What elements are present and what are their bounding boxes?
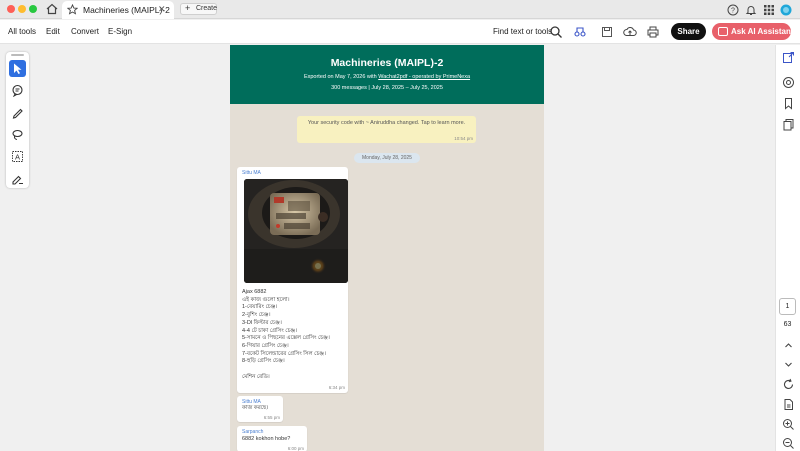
document-icon[interactable]: [782, 398, 795, 411]
menu-all-tools[interactable]: All tools: [8, 27, 36, 36]
message-line: 3-Dl ফিল্টার চেঞ্জ।: [242, 319, 282, 326]
message-line: কাজ করছে।: [242, 405, 269, 411]
share-button[interactable]: Share: [671, 23, 706, 40]
save-icon[interactable]: [600, 25, 614, 39]
apps-icon[interactable]: [763, 3, 775, 15]
menu-convert[interactable]: Convert: [71, 27, 99, 36]
export-info: Exported on May 7, 2026 with Wachat2pdf …: [230, 74, 544, 80]
message-line: 2-বুশিং চেঞ্জ।: [242, 312, 271, 319]
message-line: 8-হুড়ি গ্রেসিং চেঞ্জ।: [242, 358, 285, 365]
refresh-icon[interactable]: [782, 378, 795, 391]
lasso-icon: [12, 129, 23, 140]
message-line: 6-গিয়ার গ্রেসিং চেঞ্জ।: [242, 342, 289, 349]
system-message-time: 10:54 pm: [454, 136, 473, 141]
svg-text:A: A: [15, 153, 20, 162]
pen-icon: [12, 108, 23, 119]
pages-icon[interactable]: [782, 118, 795, 131]
bell-icon[interactable]: [745, 3, 757, 15]
title-bar: Machineries (MAIPL)-2 ✕ + Create ?: [0, 0, 800, 19]
close-window-button[interactable]: [7, 5, 15, 13]
message-sender: Sittu MA: [242, 170, 261, 176]
message-summary: 300 messages | July 28, 2025 – July 25, …: [331, 85, 443, 91]
home-icon[interactable]: [45, 2, 59, 16]
search-icon[interactable]: [549, 25, 563, 39]
comment-icon: [12, 84, 23, 97]
message-line: [242, 366, 330, 374]
message-sender: Sarpanch: [242, 429, 264, 435]
bookmark-icon[interactable]: [782, 97, 795, 110]
fill-sign-tool[interactable]: [9, 170, 26, 187]
message-line: 1-বেয়ারিং চেঞ্জ।: [242, 304, 278, 311]
message-line: 6882 kokhon hobe?: [242, 436, 291, 442]
message-line: Ajax 6882: [242, 289, 267, 295]
export-icon[interactable]: [782, 51, 795, 64]
ai-assistant-icon: [718, 27, 728, 36]
chevron-up-icon[interactable]: [782, 339, 795, 352]
select-icon: [14, 63, 22, 74]
find-text-label[interactable]: Find text or tools: [493, 27, 552, 36]
create-label: Create: [196, 5, 218, 12]
plus-icon: +: [185, 3, 191, 13]
ask-ai-assistant-button[interactable]: Ask AI Assistant: [712, 23, 794, 40]
message-time: 6:55 pm: [263, 415, 280, 420]
date-divider: Monday, July 28, 2025: [354, 153, 420, 163]
fill-sign-icon: [12, 175, 23, 185]
zoom-out-icon[interactable]: [782, 437, 795, 450]
menu-edit[interactable]: Edit: [46, 27, 60, 36]
right-sidebar: [775, 45, 800, 451]
total-pages: 63: [783, 321, 792, 328]
export-tool-link[interactable]: Wachat2pdf - operated by PrimeNexa: [378, 74, 470, 80]
text-box-icon: A: [12, 151, 23, 162]
tab-title: Machineries (MAIPL)-2: [83, 5, 170, 15]
upload-icon[interactable]: [623, 25, 637, 39]
system-message: Your security code with ~ Aniruddha chan…: [297, 116, 476, 143]
zoom-in-icon[interactable]: [782, 418, 795, 431]
menu-e-sign[interactable]: E-Sign: [108, 27, 132, 36]
chat-title: Machineries (MAIPL)-2: [330, 57, 444, 69]
maximize-window-button[interactable]: [29, 5, 37, 13]
svg-text:?: ?: [731, 8, 735, 15]
dashboard-photo[interactable]: [244, 179, 348, 283]
current-page-input[interactable]: 1: [779, 298, 796, 315]
system-message-text: Your security code with ~ Aniruddha chan…: [307, 120, 466, 126]
text-tool[interactable]: A: [9, 148, 26, 165]
profile-icon[interactable]: [780, 3, 792, 16]
message-bubble: Sarpanch 6882 kokhon hobe? 6:00 pm: [237, 426, 307, 451]
close-icon[interactable]: ✕: [158, 4, 166, 15]
comment-tool[interactable]: [9, 82, 26, 99]
document-tab[interactable]: Machineries (MAIPL)-2 ✕: [62, 1, 174, 19]
print-icon[interactable]: [646, 25, 660, 39]
star-icon[interactable]: [66, 3, 79, 17]
message-time: 6:34 pm: [328, 385, 345, 390]
pdf-page: Machineries (MAIPL)-2 Exported on May 7,…: [230, 45, 544, 451]
minimize-window-button[interactable]: [18, 5, 26, 13]
message-text: Ajax 6882 এই কাজ গুলো হলো। 1-বেয়ারিং চে…: [242, 289, 330, 381]
chat-export-header: Machineries (MAIPL)-2 Exported on May 7,…: [230, 45, 544, 104]
tool-rail: A: [6, 52, 29, 188]
chevron-down-icon[interactable]: [782, 358, 795, 371]
compare-icon[interactable]: [573, 25, 587, 39]
message-line: মেশিন রেডি।: [242, 373, 270, 380]
ask-ai-label: Ask AI Assistant: [731, 27, 794, 36]
message-bubble: Sittu MA Ajax 6882 এই কাজ গুলো হলো। 1-বে…: [237, 167, 348, 393]
create-button[interactable]: + Create: [180, 3, 217, 15]
select-tool[interactable]: [9, 60, 26, 77]
message-time: 6:00 pm: [287, 446, 304, 451]
ai-chat-icon[interactable]: [782, 76, 795, 89]
message-line: 5-সামনে ও পিছনের এক্সেল গ্রেসিং চেঞ্জ।: [242, 335, 330, 342]
export-prefix: Exported on May 7, 2026 with: [303, 74, 379, 80]
help-icon[interactable]: ?: [727, 3, 739, 16]
message-bubble: Sittu MA কাজ করছে। 6:55 pm: [237, 396, 283, 422]
rail-drag-handle[interactable]: [11, 54, 24, 56]
lasso-tool[interactable]: [9, 126, 26, 143]
draw-tool[interactable]: [9, 104, 26, 121]
